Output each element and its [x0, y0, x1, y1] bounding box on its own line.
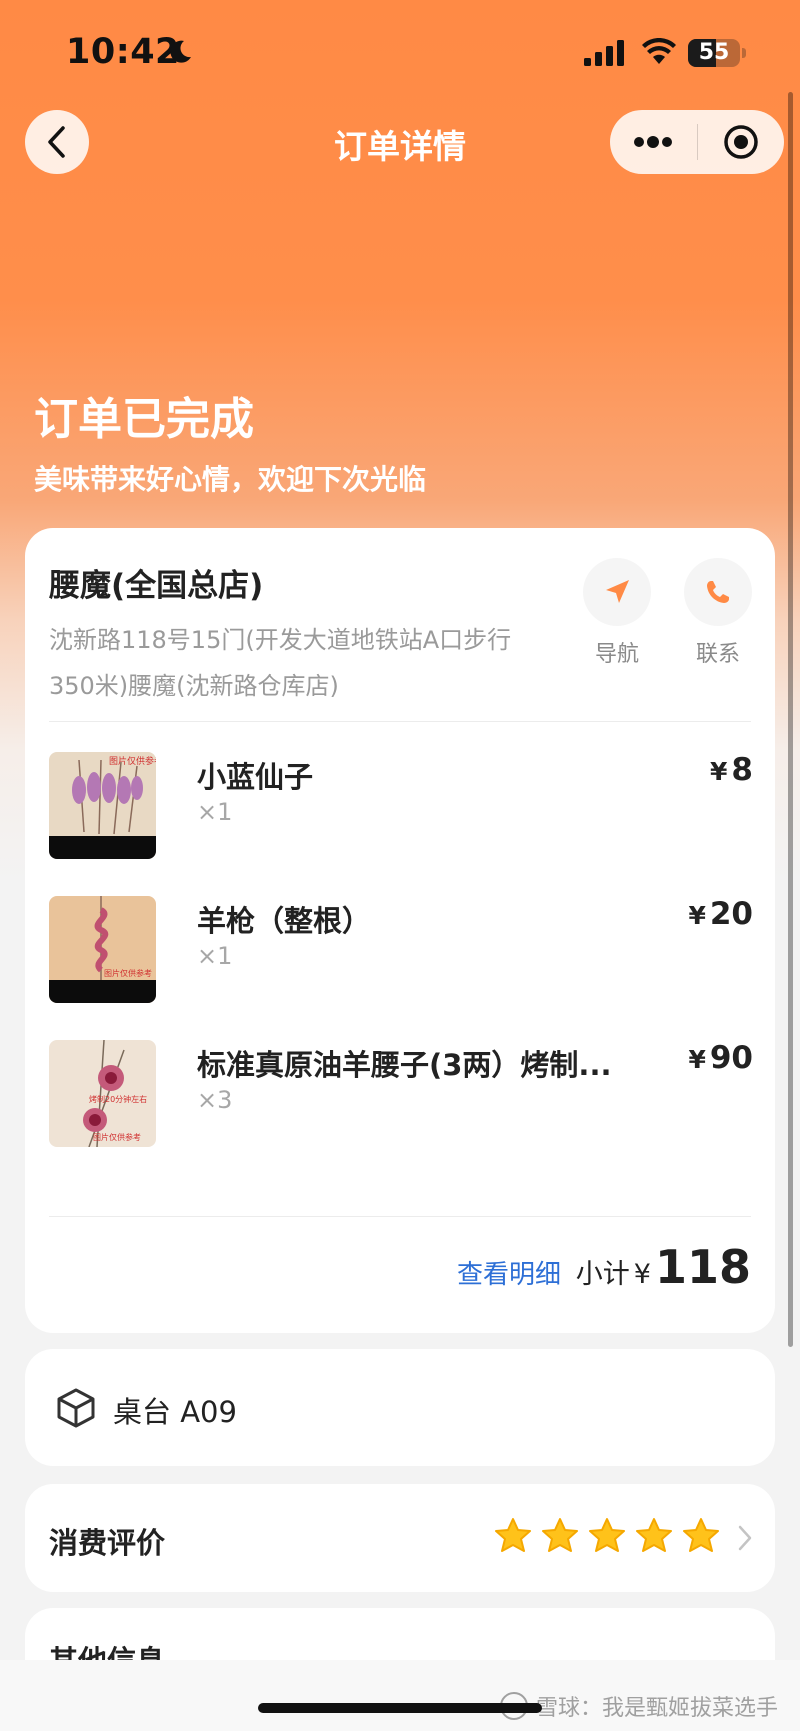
navigate-icon-circle — [583, 558, 651, 626]
more-dots-icon — [634, 136, 673, 148]
divider — [49, 721, 751, 722]
item-quantity: ×3 — [197, 1086, 233, 1114]
item-price: ¥90 — [688, 1040, 753, 1076]
order-status-subtitle: 美味带来好心情，欢迎下次光临 — [34, 463, 427, 496]
target-close-icon — [724, 125, 758, 159]
thumb-note-2: 烤制20分钟左右 — [89, 1094, 147, 1104]
miniapp-capsule — [610, 110, 784, 174]
item-name: 羊枪（整根） — [197, 904, 372, 938]
chevron-right-icon — [738, 1525, 752, 1551]
table-number: 桌台 A09 — [113, 1395, 237, 1429]
home-indicator[interactable] — [258, 1703, 542, 1713]
view-details-link[interactable]: 查看明细 — [457, 1254, 561, 1291]
thumb-note: 图片仅供参考 — [93, 1132, 141, 1142]
currency-symbol: ¥ — [688, 901, 706, 930]
contact-label: 联系 — [695, 642, 740, 667]
order-item[interactable]: 烤制20分钟左右 图片仅供参考 标准真原油羊腰子(3两）烤制... ×3 ¥90 — [49, 1040, 753, 1148]
thumb-note: 图片仅供参考 — [109, 755, 156, 767]
order-item[interactable]: 图片仅供参考 羊枪（整根） ×1 ¥20 — [49, 896, 753, 1004]
star-icon — [683, 1518, 719, 1552]
order-item[interactable]: 图片仅供参考 小蓝仙子 ×1 ¥8 — [49, 752, 753, 860]
item-quantity: ×1 — [197, 942, 233, 970]
currency-symbol: ¥ — [710, 757, 728, 786]
thumb-note: 图片仅供参考 — [104, 968, 152, 978]
subtotal: 小计 ¥ 118 — [576, 1240, 751, 1294]
item-name: 标准真原油羊腰子(3两）烤制... — [197, 1048, 612, 1082]
wifi-icon — [642, 38, 676, 64]
item-thumbnail: 烤制20分钟左右 图片仅供参考 — [49, 1040, 156, 1147]
navigate-label: 导航 — [594, 642, 639, 667]
price-value: 8 — [731, 752, 753, 788]
scrollbar[interactable] — [788, 92, 793, 1347]
battery-percent: 55 — [698, 40, 730, 65]
contact-icon-circle — [684, 558, 752, 626]
item-thumbnail: 图片仅供参考 — [49, 896, 156, 1003]
battery-icon: 55 — [688, 39, 740, 67]
table-card: 桌台 A09 — [25, 1349, 775, 1466]
star-icon — [636, 1518, 672, 1552]
navigation-arrow-icon — [606, 580, 629, 603]
battery-tip — [742, 48, 746, 58]
subtotal-currency: ¥ — [633, 1259, 651, 1290]
rating-stars — [493, 1516, 721, 1556]
item-thumbnail: 图片仅供参考 — [49, 752, 156, 859]
status-time: 10:42 — [66, 32, 180, 72]
box-icon — [57, 1388, 95, 1428]
review-label: 消费评价 — [49, 1526, 166, 1560]
divider — [49, 1216, 751, 1217]
currency-symbol: ¥ — [688, 1045, 706, 1074]
moon-icon — [170, 40, 191, 63]
item-quantity: ×1 — [197, 798, 233, 826]
more-button[interactable] — [610, 110, 697, 174]
close-miniapp-button[interactable] — [698, 110, 785, 174]
order-status-title: 订单已完成 — [34, 394, 254, 445]
star-icon — [495, 1518, 531, 1552]
item-price: ¥8 — [710, 752, 753, 788]
item-price: ¥20 — [688, 896, 753, 932]
navigate-button[interactable]: 导航 — [582, 558, 652, 668]
review-row[interactable]: 消费评价 — [25, 1484, 775, 1592]
star-icon — [542, 1518, 578, 1552]
nav-bar: 订单详情 — [0, 100, 800, 190]
status-bar: 10:42 55 — [0, 0, 800, 100]
price-value: 90 — [709, 1040, 753, 1076]
subtotal-label: 小计 — [575, 1259, 630, 1290]
store-address: 沈新路118号15门(开发大道地铁站A口步行350米)腰魔(沈新路仓库店) — [49, 626, 512, 700]
phone-icon — [707, 581, 729, 603]
price-value: 20 — [709, 896, 753, 932]
subtotal-value: 118 — [654, 1240, 751, 1294]
order-card: 腰魔(全国总店) 沈新路118号15门(开发大道地铁站A口步行350米)腰魔(沈… — [25, 528, 775, 1333]
contact-button[interactable]: 联系 — [683, 558, 753, 668]
watermark-text: 雪球：我是甄姬拔菜选手 — [535, 1696, 778, 1721]
star-icon — [589, 1518, 625, 1552]
store-name: 腰魔(全国总店) — [49, 568, 264, 604]
item-name: 小蓝仙子 — [197, 760, 314, 794]
cellular-signal-icon — [584, 40, 624, 66]
